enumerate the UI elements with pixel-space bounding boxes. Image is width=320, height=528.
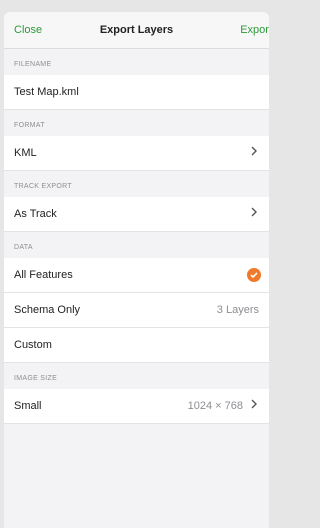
image-size-section-label: IMAGE SIZE [14, 375, 58, 382]
data-option-label: All Features [14, 269, 73, 281]
data-option-label: Custom [14, 339, 52, 351]
format-section-label: FORMAT [14, 122, 45, 129]
chevron-right-icon [251, 146, 257, 156]
checkmark-icon [247, 268, 261, 282]
filename-value[interactable]: Test Map.kml [14, 86, 79, 98]
data-option-custom[interactable]: Custom [4, 328, 269, 363]
filename-row[interactable]: Test Map.kml [4, 75, 269, 110]
image-dimensions: 1024 × 768 [187, 400, 243, 412]
data-section-label: DATA [14, 244, 33, 251]
export-layers-sheet: Close Export Layers Export FILENAME Test… [4, 12, 269, 528]
page-title: Export Layers [99, 24, 174, 36]
chevron-right-icon [251, 207, 257, 217]
data-option-schema-only[interactable]: Schema Only 3 Layers [4, 293, 269, 328]
track-export-row[interactable]: As Track [4, 197, 269, 232]
track-export-value: As Track [14, 208, 57, 220]
export-button[interactable]: Export [240, 24, 269, 36]
image-size-value: Small [14, 400, 42, 412]
track-export-section-label: TRACK EXPORT [14, 183, 72, 190]
nav-bar: Close Export Layers Export [4, 12, 269, 49]
format-row[interactable]: KML [4, 136, 269, 171]
data-option-all-features[interactable]: All Features [4, 258, 269, 293]
filename-section-label: FILENAME [14, 61, 52, 68]
image-size-row[interactable]: Small 1024 × 768 [4, 389, 269, 424]
data-option-label: Schema Only [14, 304, 81, 316]
format-value: KML [14, 147, 37, 159]
chevron-right-icon [251, 399, 257, 409]
layer-count: 3 Layers [216, 304, 259, 316]
